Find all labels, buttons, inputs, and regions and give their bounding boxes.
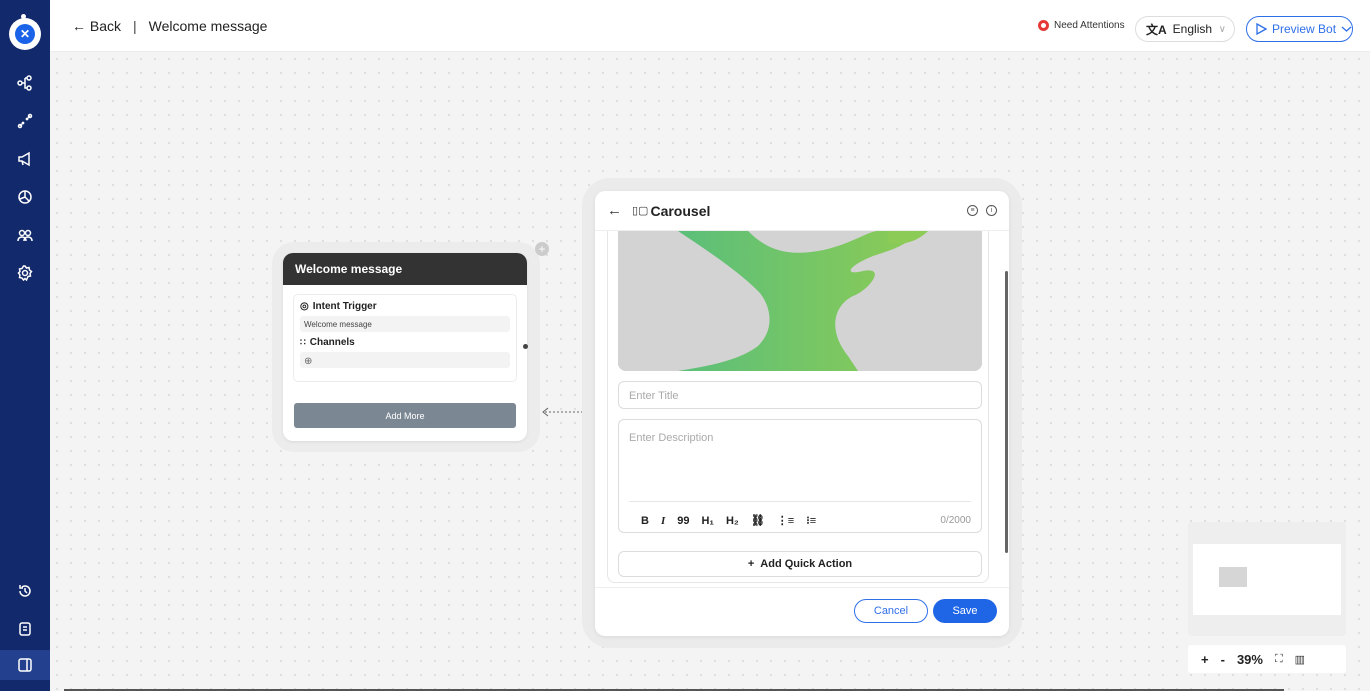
collapse-panel-icon[interactable] bbox=[0, 650, 50, 680]
translate-icon: 文A bbox=[1146, 22, 1167, 37]
panel-title: Carousel bbox=[650, 202, 711, 219]
page-title: Welcome message bbox=[148, 18, 268, 34]
add-node-button[interactable]: + bbox=[535, 242, 549, 256]
play-icon bbox=[1256, 23, 1267, 35]
add-more-button[interactable]: Add More bbox=[294, 403, 516, 428]
node-title: Welcome message bbox=[283, 253, 527, 285]
carousel-panel: ← ▯▢ Carousel ≡ i Enter Title Enter Desc… bbox=[595, 191, 1009, 636]
channels-value[interactable]: ⊕ bbox=[300, 352, 510, 368]
broadcast-icon[interactable] bbox=[0, 144, 50, 174]
panel-header: ← ▯▢ Carousel ≡ i bbox=[595, 191, 1009, 231]
description-editor[interactable]: Enter Description B I 99 H₁ H₂ ⛓ ⋮≡ ⁝≡ 0… bbox=[618, 419, 982, 533]
description-placeholder: Enter Description bbox=[629, 432, 714, 444]
need-attentions-label: Need Attentions bbox=[1054, 20, 1125, 31]
carousel-icon: ▯▢ bbox=[632, 205, 649, 217]
docs-icon[interactable] bbox=[0, 614, 50, 644]
connection-handle[interactable] bbox=[523, 344, 528, 349]
carousel-image[interactable] bbox=[618, 231, 982, 371]
bullet-list-icon[interactable]: ⁝≡ bbox=[806, 514, 816, 527]
need-attentions-indicator[interactable]: Need Attentions bbox=[1038, 20, 1125, 31]
language-select[interactable]: 文A English ∨ bbox=[1135, 16, 1235, 42]
carousel-card: Enter Title Enter Description B I 99 H₁ … bbox=[607, 231, 989, 583]
history-icon[interactable] bbox=[0, 576, 50, 606]
add-quick-action-label: Add Quick Action bbox=[760, 558, 853, 570]
fit-view-icon[interactable]: ⛶ bbox=[1275, 653, 1283, 666]
zoom-out-button[interactable]: - bbox=[1221, 652, 1225, 667]
back-link[interactable]: ← Back | Welcome message bbox=[72, 18, 267, 34]
channels-row: ∷ Channels bbox=[300, 337, 510, 348]
title-input[interactable]: Enter Title bbox=[618, 381, 982, 409]
map-icon[interactable]: ▥ bbox=[1295, 653, 1305, 666]
globe-icon: ⊕ bbox=[304, 356, 313, 367]
integrations-icon[interactable] bbox=[0, 106, 50, 136]
alert-icon bbox=[1038, 20, 1049, 31]
panel-footer: Cancel Save bbox=[595, 587, 1009, 636]
quote-icon[interactable]: 99 bbox=[677, 515, 689, 527]
save-button[interactable]: Save bbox=[933, 599, 997, 623]
breadcrumb-separator: | bbox=[133, 18, 137, 34]
chevron-down-icon bbox=[1341, 26, 1352, 32]
format-toolbar: B I 99 H₁ H₂ ⛓ ⋮≡ ⁝≡ 0/2000 bbox=[629, 501, 971, 529]
preview-bot-label: Preview Bot bbox=[1272, 22, 1337, 36]
chevron-down-icon: ∨ bbox=[1218, 23, 1226, 35]
channels-label: Channels bbox=[309, 337, 355, 348]
node-body: ◎ Intent Trigger Welcome message ∷ Chann… bbox=[293, 294, 517, 382]
char-count: 0/2000 bbox=[940, 515, 971, 526]
cancel-button[interactable]: Cancel bbox=[854, 599, 928, 623]
bold-icon[interactable]: B bbox=[641, 515, 649, 527]
welcome-message-node[interactable]: Welcome message ◎ Intent Trigger Welcome… bbox=[283, 253, 527, 441]
back-label[interactable]: ← Back bbox=[72, 18, 121, 34]
settings-icon[interactable] bbox=[0, 258, 50, 288]
heading-2-icon[interactable]: H₂ bbox=[726, 515, 739, 527]
sidebar: ✕ bbox=[0, 0, 50, 691]
link-icon[interactable]: ⛓ bbox=[751, 514, 765, 527]
plus-icon: + bbox=[747, 558, 755, 570]
preview-message-icon[interactable]: ≡ bbox=[967, 205, 978, 216]
panel-scrollbar[interactable] bbox=[1005, 271, 1008, 553]
zoom-controls: + - 39% ⛶ ▥ bbox=[1188, 645, 1346, 673]
preview-bot-button[interactable]: Preview Bot bbox=[1246, 16, 1353, 42]
italic-icon[interactable]: I bbox=[661, 515, 665, 527]
analytics-icon[interactable] bbox=[0, 182, 50, 212]
carousel-image-graphic bbox=[618, 231, 982, 371]
flow-icon[interactable] bbox=[0, 68, 50, 98]
target-icon: ◎ bbox=[300, 301, 309, 312]
zoom-level: 39% bbox=[1236, 651, 1263, 667]
minimap-viewport bbox=[1193, 544, 1341, 615]
intent-trigger-label: Intent Trigger bbox=[312, 301, 377, 312]
minimap[interactable] bbox=[1188, 522, 1346, 636]
back-arrow-icon[interactable]: ← bbox=[607, 202, 622, 219]
top-header: ← Back | Welcome message Need Attentions… bbox=[50, 0, 1370, 52]
heading-1-icon[interactable]: H₁ bbox=[701, 515, 714, 527]
channels-icon: ∷ bbox=[300, 337, 306, 347]
ordered-list-icon[interactable]: ⋮≡ bbox=[777, 514, 794, 527]
users-icon[interactable] bbox=[0, 220, 50, 250]
minimap-node bbox=[1219, 567, 1247, 587]
intent-trigger-value[interactable]: Welcome message bbox=[300, 316, 510, 332]
info-icon[interactable]: i bbox=[986, 205, 997, 216]
language-value: English bbox=[1172, 22, 1213, 36]
intent-trigger-row: ◎ Intent Trigger bbox=[300, 301, 510, 312]
bot-logo-icon[interactable]: ✕ bbox=[9, 14, 41, 50]
zoom-in-button[interactable]: + bbox=[1201, 652, 1209, 667]
add-quick-action-button[interactable]: + Add Quick Action bbox=[618, 551, 982, 577]
